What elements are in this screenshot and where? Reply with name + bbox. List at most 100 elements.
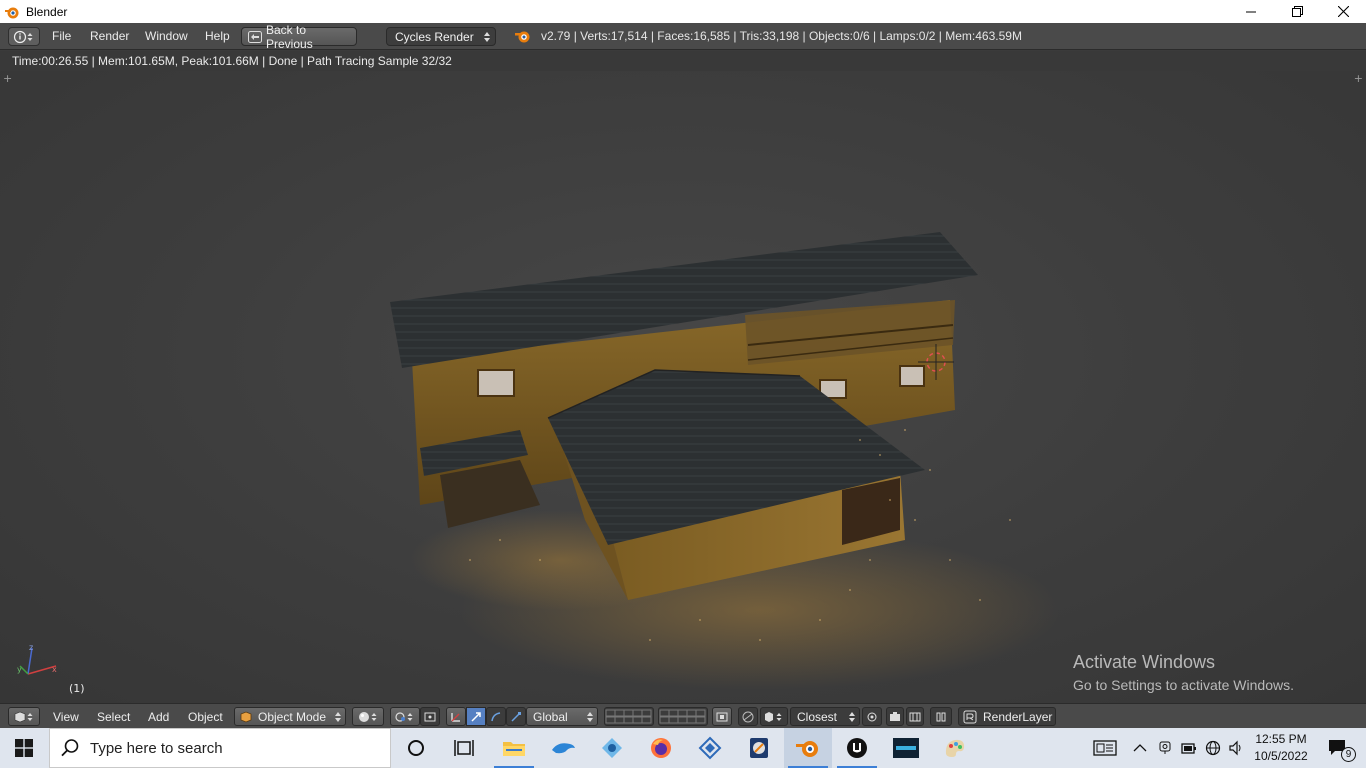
cube-icon (14, 711, 33, 722)
tray-meet-now[interactable] (1154, 728, 1176, 768)
taskbar-app[interactable] (588, 728, 636, 768)
paint-icon (945, 739, 965, 757)
action-center-button[interactable]: 9 (1318, 728, 1358, 768)
layers-grid-icon (659, 709, 706, 723)
start-button[interactable] (0, 728, 48, 768)
transform-orientation-select[interactable]: Global (526, 707, 598, 726)
viewport-shading-select[interactable] (352, 707, 384, 726)
taskbar-app-2[interactable] (686, 728, 734, 768)
manipulator-icon (451, 712, 460, 722)
restore-icon (1291, 6, 1303, 17)
editor-type-button-3d[interactable] (8, 707, 40, 726)
translate-manipulator[interactable] (466, 707, 486, 726)
blender-logo-icon (515, 31, 530, 43)
snap-target-select[interactable]: Closest (790, 707, 860, 726)
close-button[interactable] (1320, 0, 1366, 23)
arrow-translate-icon (471, 711, 481, 722)
task-view-button[interactable] (440, 728, 488, 768)
blender-app-icon (5, 7, 19, 18)
opengl-render-button[interactable] (862, 707, 882, 726)
sphere-shading-icon (359, 711, 377, 722)
tray-battery[interactable] (1178, 728, 1200, 768)
app-icon (602, 738, 622, 758)
layer-buttons-2[interactable] (658, 707, 708, 726)
manipulate-center-button[interactable] (420, 707, 440, 726)
taskbar-file-explorer[interactable] (490, 728, 538, 768)
dolphin-app-icon (552, 743, 575, 754)
taskbar-search-box[interactable]: Type here to search (49, 728, 391, 768)
camera-icon (867, 712, 877, 721)
snap-element-select[interactable] (760, 707, 788, 726)
watermark-text: Go to Settings to activate Windows. (1073, 677, 1294, 693)
pause-render-button[interactable] (930, 707, 952, 726)
back-arrow-icon (248, 30, 262, 43)
task-view-icon (454, 740, 474, 756)
webcam-icon (1159, 741, 1171, 754)
scene-stats: v2.79 | Verts:17,514 | Faces:16,585 | Tr… (541, 29, 1022, 43)
updown-arrows-icon (587, 711, 593, 722)
taskbar-clock[interactable]: 12:55 PM 10/5/2022 (1253, 731, 1309, 765)
3d-viewport[interactable]: + + z y x (1) Activate Windows Go to Set… (0, 71, 1366, 703)
power-icon (1181, 743, 1196, 754)
menu-file[interactable]: File (52, 29, 71, 43)
clock-time: 12:55 PM (1255, 732, 1307, 746)
layer-lock-button[interactable] (712, 707, 732, 726)
layers-grid-icon (605, 709, 652, 723)
restore-button[interactable] (1274, 0, 1320, 23)
updown-arrows-icon (849, 711, 855, 722)
back-to-previous-button[interactable]: Back to Previous (241, 23, 357, 51)
proportional-edit-icon (742, 711, 754, 722)
menu-help[interactable]: Help (205, 29, 230, 43)
scale-icon (511, 711, 521, 722)
menu-render[interactable]: Render (90, 29, 129, 43)
cortana-button[interactable] (392, 728, 440, 768)
chevron-up-icon (1133, 744, 1147, 752)
snap-target-label: Closest (797, 709, 838, 724)
lock-layers-icon (716, 712, 728, 721)
pivot-point-select[interactable] (390, 707, 420, 726)
menu-select[interactable]: Select (97, 707, 130, 726)
taskbar-firefox[interactable] (637, 728, 685, 768)
scale-manipulator[interactable] (506, 707, 526, 726)
menu-object[interactable]: Object (188, 707, 223, 726)
menu-window[interactable]: Window (145, 29, 188, 43)
editor-type-button[interactable] (8, 27, 40, 46)
layer-buttons-1[interactable] (604, 707, 654, 726)
manipulator-toggle[interactable] (446, 707, 466, 726)
orientation-label: Global (533, 709, 568, 724)
render-animation-button[interactable] (906, 707, 924, 726)
blender-icon (796, 741, 818, 757)
activation-watermark: Activate Windows Go to Settings to activ… (1073, 652, 1294, 693)
render-layer-icon (963, 710, 977, 723)
tray-volume[interactable] (1225, 728, 1247, 768)
view3d-header: View Select Add Object Object Mode Globa… (0, 703, 1366, 728)
taskbar-dolphin-app[interactable] (539, 728, 587, 768)
taskbar-app-4[interactable] (882, 728, 930, 768)
minimize-button[interactable] (1228, 0, 1274, 23)
render-layer-select[interactable]: RenderLayer (958, 707, 1056, 726)
tray-overflow[interactable] (1130, 728, 1150, 768)
tray-network[interactable] (1202, 728, 1224, 768)
taskbar-paint[interactable] (931, 728, 979, 768)
notification-badge: 9 (1341, 747, 1356, 762)
mode-select[interactable]: Object Mode (234, 707, 346, 726)
svg-text:x: x (52, 665, 57, 674)
info-header: File Render Window Help Back to Previous… (0, 23, 1366, 51)
taskbar-blender[interactable] (784, 728, 832, 768)
minimize-icon (1246, 11, 1256, 12)
updown-arrows-icon (484, 31, 490, 42)
rendered-scene: z y x (17, 232, 1060, 690)
menu-view[interactable]: View (53, 707, 79, 726)
app-icon-3 (750, 738, 768, 758)
tray-keyboard[interactable] (1090, 728, 1120, 768)
watermark-title: Activate Windows (1073, 652, 1216, 672)
rotate-icon (491, 711, 501, 721)
proportional-edit-button[interactable] (738, 707, 758, 726)
speaker-icon (1229, 740, 1241, 756)
rotate-manipulator[interactable] (486, 707, 506, 726)
render-image-button[interactable] (886, 707, 904, 726)
render-engine-select[interactable]: Cycles Render (386, 27, 496, 46)
menu-add[interactable]: Add (148, 707, 169, 726)
taskbar-unreal-engine[interactable] (833, 728, 881, 768)
taskbar-app-3[interactable] (735, 728, 783, 768)
